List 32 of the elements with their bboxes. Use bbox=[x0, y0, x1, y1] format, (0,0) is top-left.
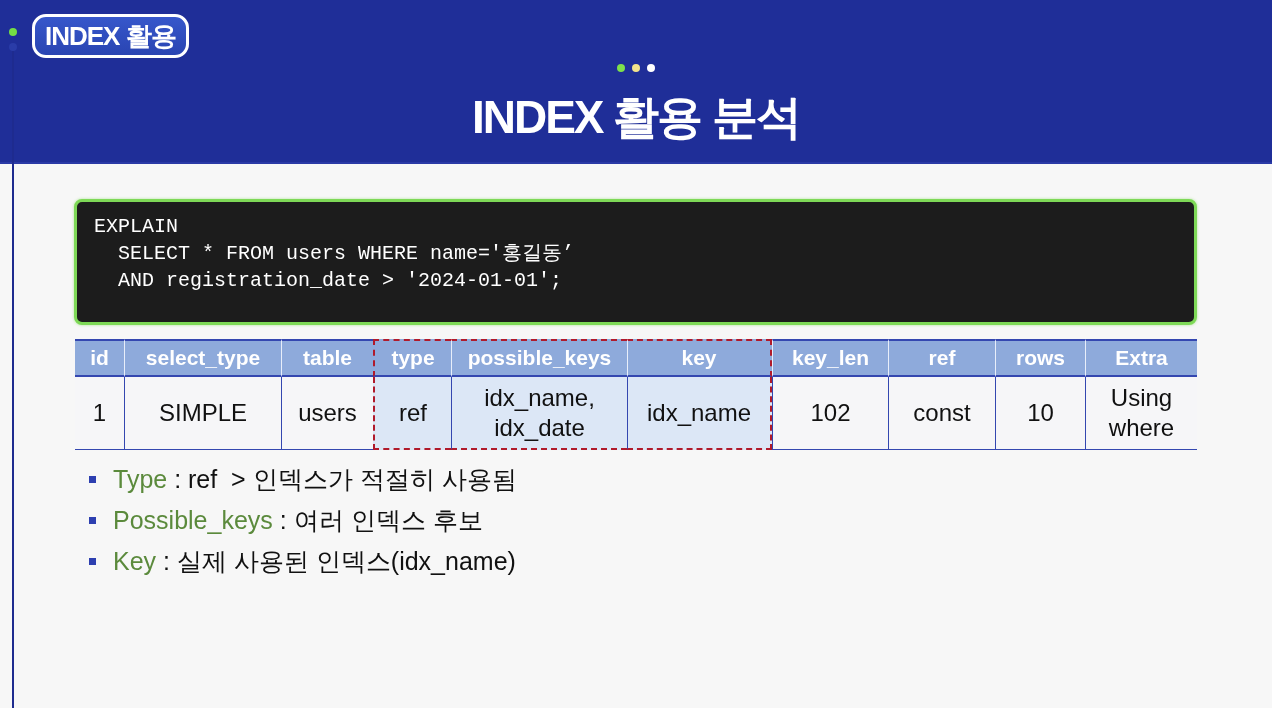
table-cell: SIMPLE bbox=[124, 377, 281, 450]
code-line: AND registration_date > '2024-01-01'; bbox=[117, 268, 563, 294]
column-header: table bbox=[281, 339, 373, 377]
table-cell: idx_name bbox=[627, 377, 772, 450]
dot-icon bbox=[9, 43, 17, 51]
column-header: possible_keys bbox=[451, 339, 627, 377]
column-header: Extra bbox=[1085, 339, 1197, 377]
table-cell: users bbox=[281, 377, 373, 450]
table-cell: 10 bbox=[995, 377, 1085, 450]
bullet-icon bbox=[89, 517, 96, 524]
column-header: key bbox=[627, 339, 772, 377]
dot-icon bbox=[9, 28, 17, 36]
column-header: id bbox=[75, 339, 124, 377]
column-header: select_type bbox=[124, 339, 281, 377]
table-cell: idx_name, idx_date bbox=[451, 377, 627, 450]
slide-title: INDEX 활용 분석 bbox=[471, 94, 801, 140]
section-badge: INDEX 활용 bbox=[32, 14, 189, 58]
column-header: key_len bbox=[772, 339, 888, 377]
code-line: SELECT * FROM users WHERE name='홍길동’ bbox=[117, 241, 575, 267]
note-text: Possible_keys : 여러 인덱스 후보 bbox=[113, 505, 483, 536]
column-header: rows bbox=[995, 339, 1085, 377]
table-cell: ref bbox=[373, 377, 451, 450]
table-cell: const bbox=[888, 377, 995, 450]
bullet-icon bbox=[89, 476, 96, 483]
note-text: Key : 실제 사용된 인덱스(idx_name) bbox=[113, 546, 516, 577]
table-cell: Using where bbox=[1085, 377, 1197, 450]
code-line: EXPLAIN bbox=[94, 214, 178, 240]
note-text: Type : ref > 인덱스가 적절히 사용됨 bbox=[113, 464, 517, 495]
column-header: ref bbox=[888, 339, 995, 377]
column-header: type bbox=[373, 339, 451, 377]
table-cell: 102 bbox=[772, 377, 888, 450]
bullet-icon bbox=[89, 558, 96, 565]
